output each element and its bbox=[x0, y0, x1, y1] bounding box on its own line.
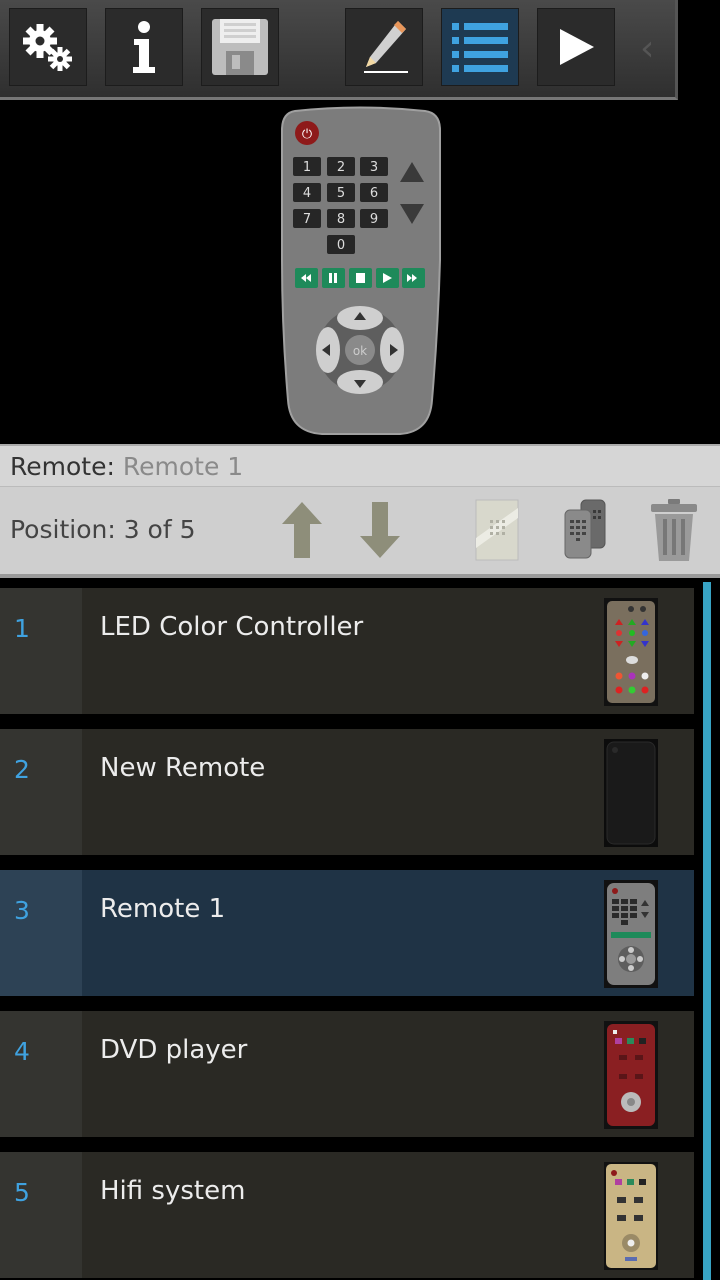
item-number: 4 bbox=[14, 1037, 30, 1066]
item-name: DVD player bbox=[100, 1035, 248, 1065]
position-bar: Position: 3 of 5 bbox=[0, 486, 720, 578]
play-button[interactable] bbox=[537, 8, 615, 86]
item-name: LED Color Controller bbox=[100, 612, 364, 642]
trash-icon bbox=[651, 499, 697, 561]
svg-text:8: 8 bbox=[337, 212, 345, 227]
svg-text:4: 4 bbox=[303, 186, 311, 201]
item-number: 5 bbox=[14, 1178, 30, 1207]
list-item[interactable]: 2 New Remote bbox=[0, 729, 694, 855]
duplicate-remote-button[interactable] bbox=[555, 497, 615, 563]
dvd-remote-thumbnail bbox=[604, 1021, 658, 1129]
item-name: Hifi system bbox=[100, 1176, 246, 1206]
blank-remote-icon bbox=[475, 499, 519, 561]
remote-name-bar[interactable]: Remote: Remote 1 bbox=[0, 444, 720, 486]
svg-text:ok: ok bbox=[353, 344, 367, 358]
info-button[interactable] bbox=[105, 8, 183, 86]
led-remote-thumbnail bbox=[604, 598, 658, 706]
item-name: Remote 1 bbox=[100, 894, 226, 924]
svg-text:9: 9 bbox=[370, 212, 378, 227]
remote-list: 1 LED Color Controller 2 New Remote 3 Re… bbox=[0, 582, 720, 1280]
remote-image: ⏻ 1 2 3 4 5 6 7 8 9 0 ok bbox=[281, 106, 441, 435]
svg-text:⏻: ⏻ bbox=[302, 127, 312, 142]
item-number: 3 bbox=[14, 896, 30, 925]
edit-button[interactable] bbox=[345, 8, 423, 86]
svg-text:3: 3 bbox=[370, 160, 378, 175]
blank-remote-thumbnail bbox=[604, 739, 658, 847]
svg-text:2: 2 bbox=[337, 160, 345, 175]
settings-button[interactable] bbox=[9, 8, 87, 86]
move-up-button[interactable] bbox=[272, 497, 332, 563]
item-number: 2 bbox=[14, 755, 30, 784]
svg-text:5: 5 bbox=[337, 186, 345, 201]
arrow-down-icon bbox=[360, 502, 400, 558]
play-icon bbox=[560, 29, 594, 65]
remote-preview: ⏻ 1 2 3 4 5 6 7 8 9 0 ok bbox=[0, 100, 720, 444]
edit-pencil-icon bbox=[364, 21, 408, 73]
list-icon bbox=[452, 23, 508, 72]
move-down-button[interactable] bbox=[350, 497, 410, 563]
svg-text:6: 6 bbox=[370, 186, 378, 201]
toolbar: ‹ bbox=[0, 0, 678, 100]
list-button[interactable] bbox=[441, 8, 519, 86]
chevron-left-icon[interactable]: ‹ bbox=[640, 28, 654, 69]
list-item[interactable]: 5 Hifi system bbox=[0, 1152, 694, 1278]
arrow-up-icon bbox=[282, 502, 322, 558]
position-text: Position: 3 of 5 bbox=[10, 515, 196, 544]
save-button[interactable] bbox=[201, 8, 279, 86]
gray-remote-thumbnail bbox=[604, 880, 658, 988]
copy-remote-icon bbox=[564, 499, 606, 559]
list-item[interactable]: 4 DVD player bbox=[0, 1011, 694, 1137]
item-name: New Remote bbox=[100, 753, 266, 783]
hifi-remote-thumbnail bbox=[604, 1162, 658, 1270]
new-remote-button[interactable] bbox=[467, 497, 527, 563]
svg-text:0: 0 bbox=[337, 238, 345, 253]
settings-gears-icon bbox=[23, 24, 72, 71]
list-item[interactable]: 1 LED Color Controller bbox=[0, 588, 694, 714]
info-icon bbox=[133, 21, 155, 73]
item-number: 1 bbox=[14, 614, 30, 643]
svg-text:7: 7 bbox=[303, 212, 311, 227]
list-item[interactable]: 3 Remote 1 bbox=[0, 870, 694, 996]
remote-name-value: Remote 1 bbox=[122, 451, 244, 481]
svg-text:1: 1 bbox=[303, 160, 311, 175]
delete-remote-button[interactable] bbox=[644, 497, 704, 563]
scrollbar[interactable] bbox=[703, 582, 711, 1280]
save-disk-icon bbox=[212, 19, 268, 75]
remote-label: Remote: bbox=[10, 451, 115, 481]
